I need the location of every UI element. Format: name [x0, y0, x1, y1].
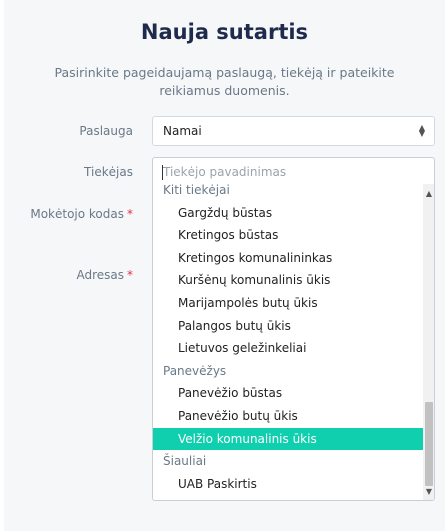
- dropdown-group-header: Kiti tiekėjai: [163, 184, 230, 197]
- service-select[interactable]: Namai ▲ ▼: [152, 116, 435, 146]
- scrollbar-thumb[interactable]: [425, 402, 433, 486]
- dropdown-option[interactable]: Marijampolės butų ūkis: [153, 292, 423, 314]
- provider-placeholder: Tiekėjo pavadinimas: [163, 165, 287, 179]
- text-cursor: [162, 165, 163, 180]
- payer-code-label: Mokėtojo kodas *: [30, 207, 133, 221]
- page-subtitle: Pasirinkite pageidaujamą paslaugą, tiekė…: [54, 65, 395, 98]
- provider-dropdown-list[interactable]: Kiti tiekėjai Gargždų būstas Kretingos būs…: [152, 184, 435, 501]
- scroll-up-icon[interactable]: ▲: [423, 187, 434, 201]
- dropdown-option[interactable]: Palangos butų ūkis: [153, 315, 423, 337]
- dropdown-option[interactable]: Panevėžio butų ūkis: [153, 405, 423, 427]
- page-title: Nauja sutartis: [140, 20, 309, 44]
- dropdown-option[interactable]: Panevėžio būstas: [153, 382, 423, 404]
- address-label: Adresas *: [76, 268, 133, 282]
- service-label: Paslauga: [79, 124, 133, 138]
- address-label-text: Adresas: [76, 268, 124, 282]
- provider-search-input[interactable]: Tiekėjo pavadinimas: [152, 157, 435, 187]
- payer-code-label-text: Mokėtojo kodas: [30, 207, 124, 221]
- dropdown-group-header: Šiauliai: [163, 454, 207, 469]
- new-contract-form: Nauja sutartis Pasirinkite pageidaujamą …: [4, 0, 445, 531]
- required-mark: *: [127, 268, 133, 282]
- dropdown-option[interactable]: UAB Paskirtis: [153, 473, 423, 495]
- dropdown-option[interactable]: Velžio komunalinis ūkis: [153, 427, 423, 450]
- dropdown-option[interactable]: Gargždų būstas: [153, 202, 423, 224]
- provider-label: Tiekėjas: [84, 165, 133, 179]
- service-select-value: Namai: [163, 124, 202, 138]
- dropdown-option[interactable]: Lietuvos geležinkeliai: [153, 337, 423, 359]
- dropdown-option[interactable]: Kretingos komunalininkas: [153, 247, 423, 269]
- dropdown-option[interactable]: Kretingos būstas: [153, 224, 423, 246]
- dropdown-option[interactable]: Kuršėnų komunalinis ūkis: [153, 269, 423, 291]
- select-arrows-icon: ▲ ▼: [418, 123, 425, 138]
- dropdown-group-header: Panevėžys: [163, 363, 227, 378]
- required-mark: *: [127, 207, 133, 221]
- scroll-down-icon[interactable]: ▼: [423, 485, 434, 499]
- dropdown-scrollbar[interactable]: ▲ ▼: [423, 184, 434, 500]
